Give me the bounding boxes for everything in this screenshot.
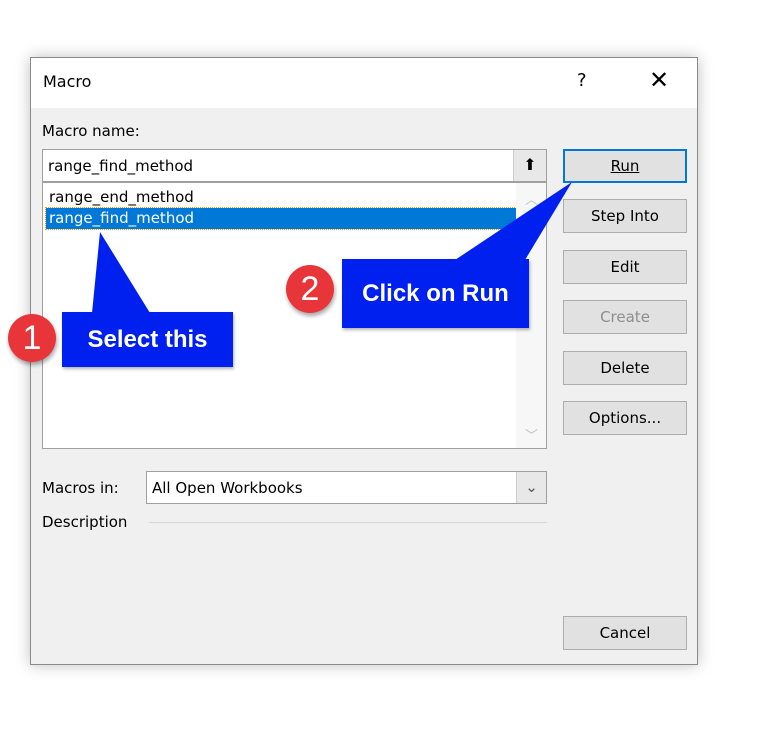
callout-click-on-run: Click on Run [342, 259, 529, 328]
step-1-badge: 1 [8, 314, 56, 362]
step-2-badge: 2 [286, 265, 334, 313]
callout-2-pointer [455, 182, 572, 260]
callout-1-pointer [92, 232, 150, 313]
callout-select-this: Select this [62, 312, 233, 367]
